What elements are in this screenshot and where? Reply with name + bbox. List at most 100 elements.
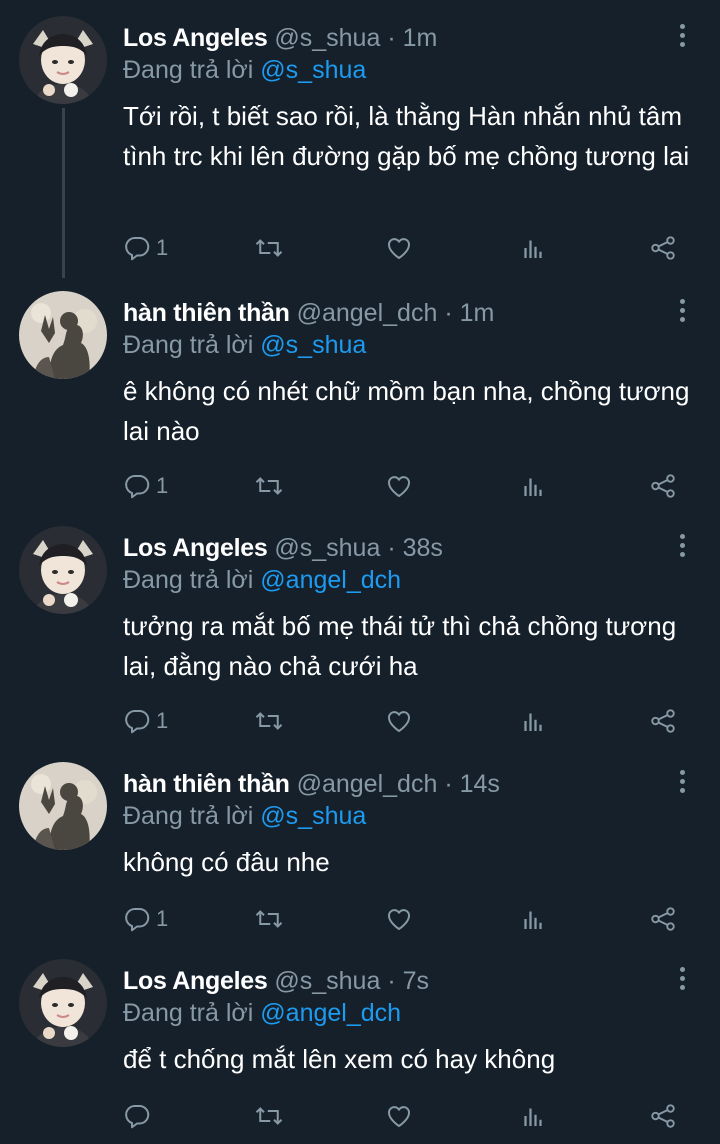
display-name[interactable]: Los Angeles [123, 24, 268, 52]
tweet-text: Tới rồi, t biết sao rồi, là thằng Hàn nh… [123, 101, 690, 171]
avatar-image [19, 291, 107, 379]
retweet-button[interactable] [254, 1098, 284, 1134]
like-button[interactable] [384, 703, 414, 739]
avatar[interactable] [19, 526, 107, 614]
reply-button[interactable]: 1 [122, 230, 168, 266]
replying-to: Đang trả lời @s_shua [123, 800, 366, 832]
avatar[interactable] [19, 291, 107, 379]
tweet[interactable]: hàn thiên thần @angel_dch · 14s Đang trả… [0, 746, 720, 943]
tweet[interactable]: Los Angeles @s_shua · 1m Đang trả lời @s… [0, 0, 720, 278]
user-handle[interactable]: @s_shua [274, 24, 380, 52]
timestamp[interactable]: 7s [403, 967, 429, 995]
retweet-icon [254, 904, 284, 934]
replying-to-handle[interactable]: @s_shua [260, 802, 366, 830]
timestamp[interactable]: 14s [460, 770, 500, 798]
retweet-button[interactable] [254, 468, 284, 504]
tweet-actions: 1 [0, 703, 720, 739]
retweet-icon [254, 706, 284, 736]
tweet-header: Los Angeles @s_shua · 38s [123, 532, 660, 564]
share-button[interactable] [648, 468, 678, 504]
replying-to-handle[interactable]: @angel_dch [260, 566, 401, 594]
share-button[interactable] [648, 901, 678, 937]
analytics-button[interactable] [518, 468, 548, 504]
reply-button[interactable]: 1 [122, 468, 168, 504]
user-handle[interactable]: @angel_dch [297, 299, 438, 327]
replying-to: Đang trả lời @angel_dch [123, 997, 401, 1029]
replying-to-handle[interactable]: @s_shua [260, 56, 366, 84]
analytics-button[interactable] [518, 703, 548, 739]
separator-dot: · [444, 770, 453, 798]
share-button[interactable] [648, 1098, 678, 1134]
like-button[interactable] [384, 230, 414, 266]
analytics-icon [518, 706, 548, 736]
reply-icon [122, 471, 152, 501]
tweet[interactable]: Los Angeles @s_shua · 7s Đang trả lời @a… [0, 943, 720, 1144]
more-icon[interactable] [672, 299, 692, 325]
separator-dot: · [387, 24, 396, 52]
analytics-icon [518, 233, 548, 263]
analytics-icon [518, 904, 548, 934]
user-handle[interactable]: @s_shua [274, 967, 380, 995]
tweet-text: ê không có nhét chữ mồm bạn nha, chồng t… [123, 376, 690, 446]
reply-button[interactable]: 1 [122, 901, 168, 937]
share-button[interactable] [648, 703, 678, 739]
display-name[interactable]: hàn thiên thần [123, 299, 290, 327]
share-button[interactable] [648, 230, 678, 266]
display-name[interactable]: hàn thiên thần [123, 770, 290, 798]
retweet-button[interactable] [254, 230, 284, 266]
more-icon[interactable] [672, 770, 692, 796]
share-icon [648, 904, 678, 934]
tweet[interactable]: hàn thiên thần @angel_dch · 1m Đang trả … [0, 275, 720, 510]
replying-to: Đang trả lời @s_shua [123, 54, 366, 86]
replying-to: Đang trả lời @s_shua [123, 329, 366, 361]
like-icon [384, 1101, 414, 1131]
replying-to-label: Đang trả lời [123, 56, 254, 84]
like-button[interactable] [384, 468, 414, 504]
reply-count: 1 [156, 708, 169, 733]
separator-dot: · [387, 534, 396, 562]
share-icon [648, 471, 678, 501]
analytics-button[interactable] [518, 901, 548, 937]
retweet-button[interactable] [254, 901, 284, 937]
user-handle[interactable]: @angel_dch [297, 770, 438, 798]
more-icon[interactable] [672, 24, 692, 50]
replying-to-label: Đang trả lời [123, 999, 254, 1027]
user-handle[interactable]: @s_shua [274, 534, 380, 562]
analytics-button[interactable] [518, 230, 548, 266]
avatar[interactable] [19, 16, 107, 104]
reply-button[interactable]: 1 [122, 703, 168, 739]
reply-icon [122, 233, 152, 263]
reply-button[interactable] [122, 1098, 156, 1134]
tweet-text: tưởng ra mắt bố mẹ thái tử thì chả chồng… [123, 611, 677, 681]
separator-dot: · [444, 299, 453, 327]
tweet[interactable]: Los Angeles @s_shua · 38s Đang trả lời @… [0, 510, 720, 746]
display-name[interactable]: Los Angeles [123, 534, 268, 562]
tweet-header: Los Angeles @s_shua · 7s [123, 965, 660, 997]
like-button[interactable] [384, 1098, 414, 1134]
analytics-button[interactable] [518, 1098, 548, 1134]
tweet-actions: 1 [0, 901, 720, 937]
avatar[interactable] [19, 762, 107, 850]
timestamp[interactable]: 1m [403, 24, 438, 52]
retweet-icon [254, 233, 284, 263]
retweet-icon [254, 1101, 284, 1131]
tweet-actions: 1 [0, 230, 720, 266]
replying-to-label: Đang trả lời [123, 802, 254, 830]
like-button[interactable] [384, 901, 414, 937]
more-icon[interactable] [672, 967, 692, 993]
display-name[interactable]: Los Angeles [123, 967, 268, 995]
tweet-header: Los Angeles @s_shua · 1m [123, 22, 660, 54]
share-icon [648, 233, 678, 263]
replying-to-handle[interactable]: @angel_dch [260, 999, 401, 1027]
avatar[interactable] [19, 959, 107, 1047]
share-icon [648, 1101, 678, 1131]
timestamp[interactable]: 38s [403, 534, 443, 562]
tweet-text: không có đâu nhe [123, 847, 330, 877]
analytics-icon [518, 1101, 548, 1131]
retweet-button[interactable] [254, 703, 284, 739]
timestamp[interactable]: 1m [460, 299, 495, 327]
tweet-actions [0, 1098, 720, 1134]
replying-to-handle[interactable]: @s_shua [260, 331, 366, 359]
replying-to-label: Đang trả lời [123, 566, 254, 594]
more-icon[interactable] [672, 534, 692, 560]
